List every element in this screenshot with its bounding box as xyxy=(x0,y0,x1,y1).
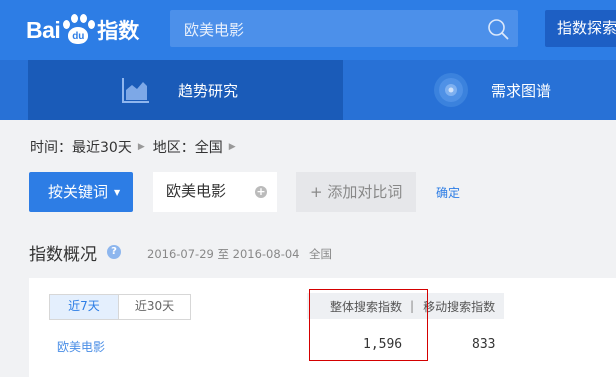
baidu-index-logo[interactable]: Bai du 指数 xyxy=(26,14,139,46)
index-explore-button[interactable]: 指数探索 xyxy=(545,10,616,47)
range-tabs: 近7天 近30天 xyxy=(49,294,191,320)
tab-7-days[interactable]: 近7天 xyxy=(50,295,119,319)
time-filter[interactable]: 时间：最近30天 xyxy=(30,137,132,157)
region-label: 全国 xyxy=(309,247,332,261)
logo-text-bai: Bai xyxy=(26,16,61,43)
tab-trend-research[interactable]: 趋势研究 xyxy=(28,60,343,120)
keyword-mode-label: 按关键词 xyxy=(48,183,109,201)
question-icon[interactable]: ? xyxy=(107,245,121,259)
caret-down-icon: ▼ xyxy=(114,188,121,197)
row-keyword[interactable]: 欧美电影 xyxy=(57,338,105,355)
tab-demand-graph[interactable]: 需求图谱 xyxy=(343,60,616,120)
paw-icon: du xyxy=(61,14,96,46)
region-filter[interactable]: 地区：全国 xyxy=(153,137,223,157)
tab-label: 需求图谱 xyxy=(491,82,552,100)
filter-breadcrumb: 时间：最近30天 ▶ 地区：全国 ▶ xyxy=(30,137,244,157)
top-bar: Bai du 指数 欧美电影 指数探索 xyxy=(0,0,616,60)
demand-graph-icon xyxy=(434,73,468,107)
section-title: 指数概况 xyxy=(29,245,97,265)
chevron-right-icon: ▶ xyxy=(228,142,236,152)
add-compare-button[interactable]: + 添加对比词 xyxy=(296,172,416,212)
keyword-mode-dropdown[interactable]: 按关键词 ▼ xyxy=(29,172,133,212)
search-input[interactable]: 欧美电影 xyxy=(170,10,518,47)
tab-30-days[interactable]: 近30天 xyxy=(119,295,190,319)
mobile-search-value: 833 xyxy=(472,337,496,352)
search-query-text: 欧美电影 xyxy=(184,21,245,39)
column-mobile-search[interactable]: 移动搜索指数 xyxy=(423,298,504,315)
keyword-chip[interactable]: 欧美电影 + xyxy=(153,172,277,212)
confirm-link[interactable]: 确定 xyxy=(436,184,460,201)
annotation-highlight-box xyxy=(309,289,428,361)
logo-text-du: du xyxy=(68,27,89,44)
date-range: 2016-07-29 至 2016-08-04 xyxy=(147,247,300,261)
tab-label: 趋势研究 xyxy=(178,82,239,100)
chevron-right-icon: ▶ xyxy=(137,142,145,152)
trend-chart-icon xyxy=(122,78,149,103)
plus-circle-icon[interactable]: + xyxy=(255,186,267,198)
search-icon[interactable] xyxy=(487,18,509,40)
logo-text-product: 指数 xyxy=(97,19,140,43)
main-nav: 趋势研究 需求图谱 xyxy=(0,60,616,120)
keyword-chip-label: 欧美电影 xyxy=(166,182,227,200)
